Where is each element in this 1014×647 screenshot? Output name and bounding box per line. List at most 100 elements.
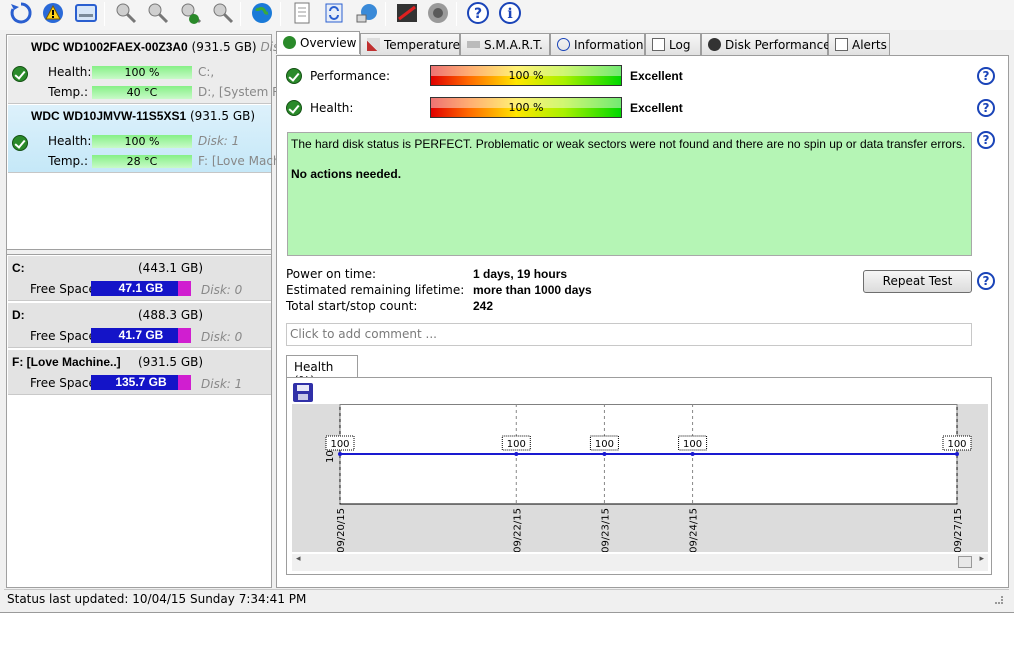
scroll-right-icon[interactable]: ▸: [979, 554, 984, 564]
toolbar: ? i: [0, 0, 1014, 30]
data-label: 100: [507, 439, 526, 450]
temp-label: Temp.:: [48, 154, 88, 168]
refresh-icon[interactable]: [9, 1, 33, 25]
volume-item[interactable]: D: (488.3 GB) Free Space 41.7 GB Disk: 0: [8, 303, 271, 348]
tab-health-chart[interactable]: Health (%): [286, 355, 358, 388]
help-icon[interactable]: ?: [466, 1, 490, 25]
health-label: Health:: [48, 134, 92, 148]
main-window: ? i WDC WD1002FAEX-00Z3A0 (931.5 GB) Dis…: [0, 0, 1014, 613]
tab-alerts[interactable]: Alerts: [828, 33, 890, 55]
temp-bar: 40 °C: [92, 86, 192, 99]
sync-icon[interactable]: [322, 1, 346, 25]
save-icon[interactable]: [293, 383, 313, 402]
disk-model: WDC WD10JMVW-11S5XS1: [31, 109, 187, 123]
health-bar: 100 %: [92, 135, 192, 148]
check-icon: [283, 36, 296, 49]
volume-size: (443.1 GB): [138, 261, 204, 275]
volume-disk: Disk: 0: [201, 283, 243, 297]
free-space-label: Free Space: [30, 282, 96, 296]
health-chart: 100 100 09/20/15 100 09/22/15 100 09/23/15 100 0…: [325, 403, 972, 553]
status-box: The hard disk status is PERFECT. Problem…: [287, 132, 972, 256]
data-label: 100: [330, 439, 349, 450]
tab-temperature[interactable]: Temperature: [360, 33, 460, 55]
drive-label: Disk: 1: [198, 134, 240, 148]
volume-size: (488.3 GB): [138, 308, 204, 322]
splitter[interactable]: [7, 249, 271, 255]
startstop-value: 242: [473, 299, 494, 313]
volume-name: F: [Love Machine..]: [12, 355, 121, 369]
performance-label: Performance:: [310, 69, 391, 83]
tab-log[interactable]: Log: [645, 33, 701, 55]
help-icon[interactable]: ?: [977, 272, 995, 290]
health-rating: Excellent: [630, 101, 683, 115]
volume-item[interactable]: F: [Love Machine..] (931.5 GB) Free Spac…: [8, 350, 271, 395]
ok-check-icon: [286, 68, 302, 84]
horizontal-scrollbar[interactable]: ◂ ▸: [292, 554, 988, 571]
tool-icon[interactable]: [114, 1, 138, 25]
scroll-thumb[interactable]: [958, 556, 972, 568]
status-text: Status last updated: 10/04/15 Sunday 7:3…: [7, 592, 307, 606]
scroll-left-icon[interactable]: ◂: [296, 554, 301, 564]
volume-disk: Disk: 0: [201, 330, 243, 344]
drive-label: F: [Love Mach: [198, 154, 281, 168]
speaker-icon[interactable]: [426, 1, 450, 25]
disk-icon[interactable]: [74, 1, 98, 25]
status-text: The hard disk status is PERFECT. Problem…: [291, 137, 966, 151]
x-tick-label: 09/20/15: [336, 508, 347, 552]
disk-item[interactable]: WDC WD10JMVW-11S5XS1 (931.5 GB) Health: …: [8, 105, 281, 173]
svg-text:?: ?: [474, 6, 482, 22]
temp-bar: 28 °C: [92, 155, 192, 168]
data-label: 100: [595, 439, 614, 450]
volume-name: C:: [12, 261, 25, 275]
drive-label: D:, [System R: [198, 85, 281, 99]
tab-overview[interactable]: Overview: [276, 31, 360, 54]
free-space-label: Free Space: [30, 329, 96, 343]
gauge-icon: [708, 38, 721, 51]
data-point: [602, 452, 607, 456]
free-space-label: Free Space: [30, 376, 96, 390]
svg-text:i: i: [507, 6, 512, 22]
drive-label: C:,: [198, 65, 215, 79]
health-label: Health:: [48, 65, 92, 79]
lifetime-value: more than 1000 days: [473, 283, 592, 297]
data-point: [338, 452, 342, 456]
network-icon[interactable]: [355, 1, 379, 25]
comment-field[interactable]: Click to add comment ...: [286, 323, 972, 346]
log-icon: [652, 38, 665, 51]
disk-size: (931.5 GB): [191, 40, 257, 54]
tool-check-icon[interactable]: [179, 1, 203, 25]
volume-size: (931.5 GB): [138, 355, 204, 369]
info-icon: [557, 38, 570, 51]
data-label: 100: [947, 439, 966, 450]
tab-information[interactable]: Information: [550, 33, 645, 55]
disk-size: (931.5 GB): [189, 109, 256, 123]
info-icon[interactable]: i: [498, 1, 522, 25]
repeat-test-button[interactable]: Repeat Test: [863, 270, 972, 293]
volume-name: D:: [12, 308, 25, 322]
performance-icon[interactable]: [395, 1, 419, 25]
ok-check-icon: [12, 135, 28, 151]
smart-icon: [467, 41, 480, 48]
free-space-bar: 47.1 GB: [91, 281, 191, 296]
warning-icon[interactable]: [41, 1, 65, 25]
thermometer-icon: [367, 38, 380, 51]
volume-item[interactable]: C: (443.1 GB) Free Space 47.1 GB Disk: 0: [8, 256, 271, 301]
tool-icon[interactable]: [146, 1, 170, 25]
disk-panel: WDC WD1002FAEX-00Z3A0 (931.5 GB) Disk He…: [6, 34, 286, 588]
health-label: Health:: [310, 101, 354, 115]
ok-check-icon: [12, 66, 28, 82]
disk-item[interactable]: WDC WD1002FAEX-00Z3A0 (931.5 GB) Disk He…: [8, 36, 286, 104]
help-icon[interactable]: ?: [977, 99, 995, 117]
help-icon[interactable]: ?: [977, 67, 995, 85]
tab-smart[interactable]: S.M.A.R.T.: [460, 33, 550, 55]
health-gauge: 100 %: [430, 97, 622, 118]
resize-grip-icon[interactable]: [995, 596, 1003, 604]
ok-check-icon: [286, 100, 302, 116]
status-bar: Status last updated: 10/04/15 Sunday 7:3…: [4, 589, 1009, 608]
document-icon[interactable]: [290, 1, 314, 25]
globe-icon[interactable]: [250, 1, 274, 25]
tool-icon[interactable]: [211, 1, 235, 25]
data-point: [955, 452, 959, 456]
help-icon[interactable]: ?: [977, 131, 995, 149]
tab-disk-performance[interactable]: Disk Performance: [701, 33, 831, 55]
